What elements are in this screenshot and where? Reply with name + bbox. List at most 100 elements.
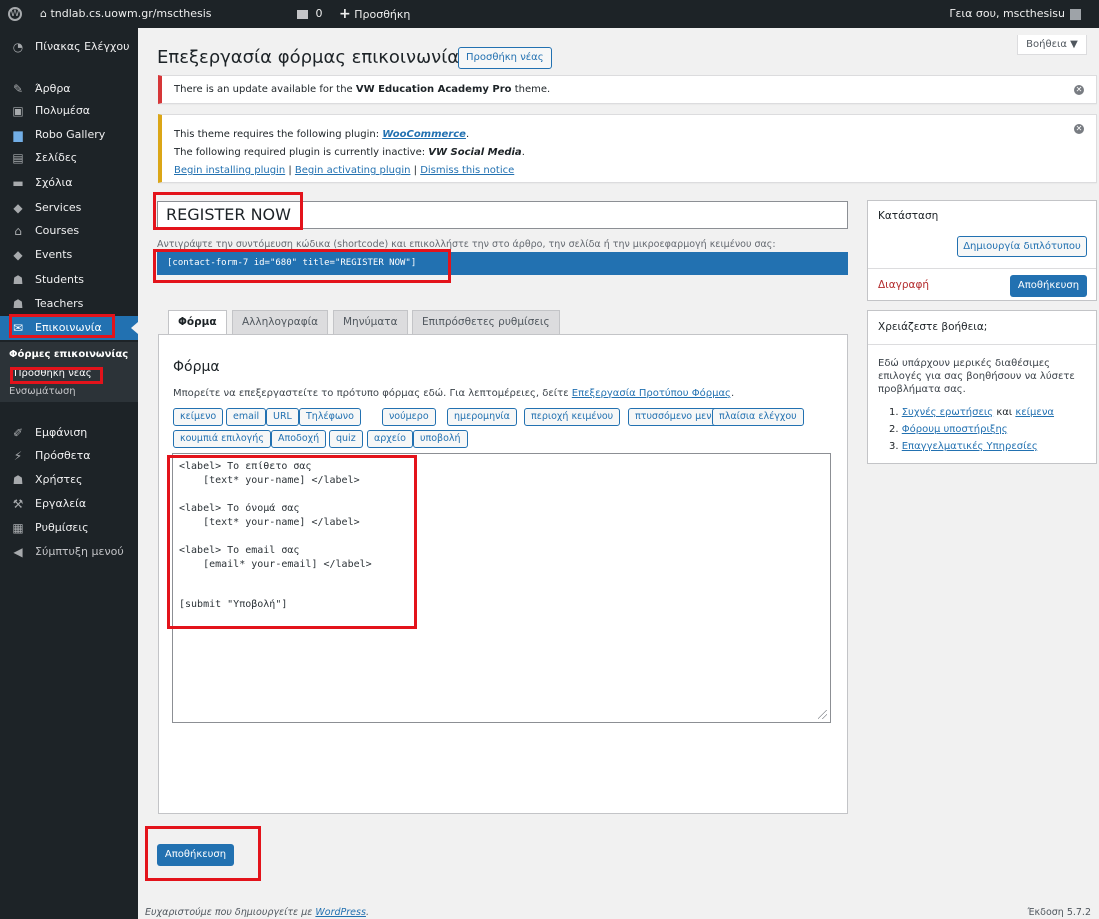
pages-icon: ▤	[12, 151, 24, 165]
media-icon: ▣	[12, 104, 24, 118]
user-icon: ☗	[12, 473, 24, 487]
avatar	[1070, 8, 1081, 20]
template-line: <label> Το όνομά σας	[179, 503, 300, 514]
begin-installing-link[interactable]: Begin installing plugin	[174, 165, 285, 176]
theme-update-notice: There is an update available for the VW …	[158, 75, 1097, 104]
tag-button-checkboxes[interactable]: πλαίσια ελέγχου	[712, 408, 804, 426]
plugin-notice-actions: Begin installing plugin | Begin activati…	[174, 165, 515, 176]
template-line: <label> Το email σας	[179, 545, 300, 556]
sidebar-item-comments[interactable]: ▬ Σχόλια	[0, 171, 138, 195]
tab-mail[interactable]: Αλληλογραφία	[232, 310, 329, 334]
comment-bubble-icon	[297, 9, 308, 19]
tag-button-submit[interactable]: υποβολή	[413, 430, 468, 448]
home-icon: ⌂	[40, 7, 47, 20]
begin-activating-link[interactable]: Begin activating plugin	[295, 165, 411, 176]
form-description: Μπορείτε να επεξεργαστείτε το πρότυπο φό…	[173, 388, 735, 399]
tag-button-quiz[interactable]: quiz	[329, 430, 363, 448]
sidebar-item-courses[interactable]: ⌂ Courses	[0, 219, 138, 243]
help-box: Χρειάζεστε βοήθεια; Εδώ υπάρχουν μερικές…	[867, 310, 1097, 464]
contact-submenu: Φόρμες επικοινωνίας Προσθήκη νέας Ενσωμά…	[0, 342, 138, 402]
shortcode-text: [contact-form-7 id="680" title="REGISTER…	[167, 258, 417, 268]
site-name-link[interactable]: ⌂ tndlab.cs.uowm.gr/mscthesis	[40, 0, 212, 28]
sidebar-item-robo-gallery[interactable]: ▆ Robo Gallery	[0, 123, 138, 147]
sidebar-item-contact[interactable]: ✉ Επικοινωνία	[0, 316, 138, 340]
dismiss-notice-link[interactable]: Dismiss this notice	[420, 165, 514, 176]
form-title-input[interactable]: REGISTER NOW	[157, 201, 848, 229]
my-account-link[interactable]: Γεια σου, mscthesisu	[949, 0, 1081, 28]
tag-button-date[interactable]: ημερομηνία	[447, 408, 517, 426]
save-button-side[interactable]: Αποθήκευση	[1010, 275, 1087, 297]
status-box-title: Κατάσταση	[878, 210, 939, 222]
sidebar-item-students[interactable]: ☗ Students	[0, 268, 138, 292]
new-content-label: Προσθήκη	[354, 8, 411, 21]
docs-link[interactable]: κείμενα	[1015, 407, 1054, 418]
add-new-button[interactable]: Προσθήκη νέας	[458, 47, 552, 69]
plus-icon: +	[339, 6, 351, 22]
support-forum-link[interactable]: Φόρουμ υποστήριξης	[902, 424, 1008, 435]
wordpress-link[interactable]: WordPress	[315, 907, 366, 918]
plugin-required-notice: This theme requires the following plugin…	[158, 114, 1097, 183]
tag-button-acceptance[interactable]: Αποδοχή	[271, 430, 327, 448]
sidebar-item-media[interactable]: ▣ Πολυμέσα	[0, 99, 138, 123]
divider	[868, 344, 1096, 345]
faq-link[interactable]: Συχνές ερωτήσεις	[902, 407, 993, 418]
shortcode-field[interactable]: [contact-form-7 id="680" title="REGISTER…	[157, 252, 848, 275]
duplicate-button[interactable]: Δημιουργία διπλότυπου	[957, 236, 1087, 257]
submenu-add-new[interactable]: Προσθήκη νέας	[14, 368, 92, 379]
comments-count: 0	[315, 7, 323, 20]
admin-bar: W ⌂ tndlab.cs.uowm.gr/mscthesis 0 + Προσ…	[0, 0, 1099, 28]
tag-icon: ◆	[13, 248, 23, 262]
edit-template-link[interactable]: Επεξεργασία Προτύπου Φόρμας	[572, 388, 731, 399]
submenu-integration[interactable]: Ενσωμάτωση	[9, 386, 76, 397]
comments-icon: ▬	[12, 176, 24, 190]
new-content-link[interactable]: + Προσθήκη	[339, 0, 410, 28]
sidebar-item-appearance[interactable]: ✐ Εμφάνιση	[0, 421, 138, 445]
dismiss-icon[interactable]: ✕	[1074, 85, 1084, 95]
tab-additional-settings[interactable]: Επιπρόσθετες ρυθμίσεις	[412, 310, 560, 334]
sidebar-item-plugins[interactable]: ⚡ Πρόσθετα	[0, 444, 138, 468]
sidebar-item-tools[interactable]: ⚒ Εργαλεία	[0, 492, 138, 516]
save-button-bottom[interactable]: Αποθήκευση	[157, 844, 234, 866]
tab-messages[interactable]: Μηνύματα	[333, 310, 408, 334]
tag-button-email[interactable]: email	[226, 408, 267, 426]
woocommerce-link[interactable]: WooCommerce	[382, 129, 466, 140]
tab-form[interactable]: Φόρμα	[168, 310, 227, 335]
form-template-editor[interactable]: <label> Το επίθετο σας [text* your-name]…	[172, 453, 831, 723]
dismiss-icon[interactable]: ✕	[1074, 124, 1084, 134]
settings-icon: ▦	[12, 521, 24, 535]
plugins-icon: ⚡	[13, 449, 23, 463]
sidebar-item-services[interactable]: ◆ Services	[0, 196, 138, 220]
sidebar-item-posts[interactable]: ✎ Άρθρα	[0, 77, 138, 101]
sidebar-item-settings[interactable]: ▦ Ρυθμίσεις	[0, 516, 138, 540]
status-box: Κατάσταση Δημιουργία διπλότυπου Διαγραφή…	[867, 200, 1097, 301]
admin-sidebar: ◔ Πίνακας Ελέγχου ✎ Άρθρα ▣ Πολυμέσα ▆ R…	[0, 28, 138, 919]
footer-thanks: Ευχαριστούμε που δημιουργείτε με WordPre…	[145, 907, 369, 918]
delete-link[interactable]: Διαγραφή	[878, 279, 929, 291]
vw-social-media-name: VW Social Media	[428, 147, 522, 158]
users-icon: ☗	[12, 273, 24, 287]
help-tab-button[interactable]: Βοήθεια ▼	[1017, 35, 1087, 55]
submenu-contact-forms[interactable]: Φόρμες επικοινωνίας	[9, 349, 128, 360]
sidebar-item-collapse[interactable]: ◀ Σύμπτυξη μενού	[0, 540, 138, 564]
comments-link[interactable]: 0	[297, 0, 323, 28]
pin-icon: ✎	[12, 82, 24, 96]
tag-button-phone[interactable]: Τηλέφωνο	[299, 408, 361, 426]
wordpress-logo-icon[interactable]: W	[8, 0, 28, 28]
tag-button-radio[interactable]: κουμπιά επιλογής	[173, 430, 271, 448]
sidebar-item-teachers[interactable]: ☗ Teachers	[0, 292, 138, 316]
sidebar-item-users[interactable]: ☗ Χρήστες	[0, 468, 138, 492]
tag-button-url[interactable]: URL	[266, 408, 299, 426]
tag-button-number[interactable]: νούμερο	[382, 408, 436, 426]
professional-services-link[interactable]: Επαγγελματικές Υπηρεσίες	[902, 441, 1038, 452]
tag-button-text[interactable]: κείμενο	[173, 408, 224, 426]
resize-handle-icon[interactable]	[818, 710, 827, 719]
tag-button-file[interactable]: αρχείο	[367, 430, 413, 448]
help-box-text: Εδώ υπάρχουν μερικές διαθέσιμες επιλογές…	[878, 358, 1075, 395]
help-item-1: 1. Συχνές ερωτήσεις και κείμενα	[889, 407, 1055, 418]
tag-button-textarea[interactable]: περιοχή κειμένου	[524, 408, 621, 426]
help-item-2: 2. Φόρουμ υποστήριξης	[889, 424, 1008, 435]
sidebar-item-pages[interactable]: ▤ Σελίδες	[0, 146, 138, 170]
sidebar-item-events[interactable]: ◆ Events	[0, 243, 138, 267]
collapse-icon: ◀	[13, 545, 23, 559]
sidebar-item-dashboard[interactable]: ◔ Πίνακας Ελέγχου	[0, 35, 138, 59]
